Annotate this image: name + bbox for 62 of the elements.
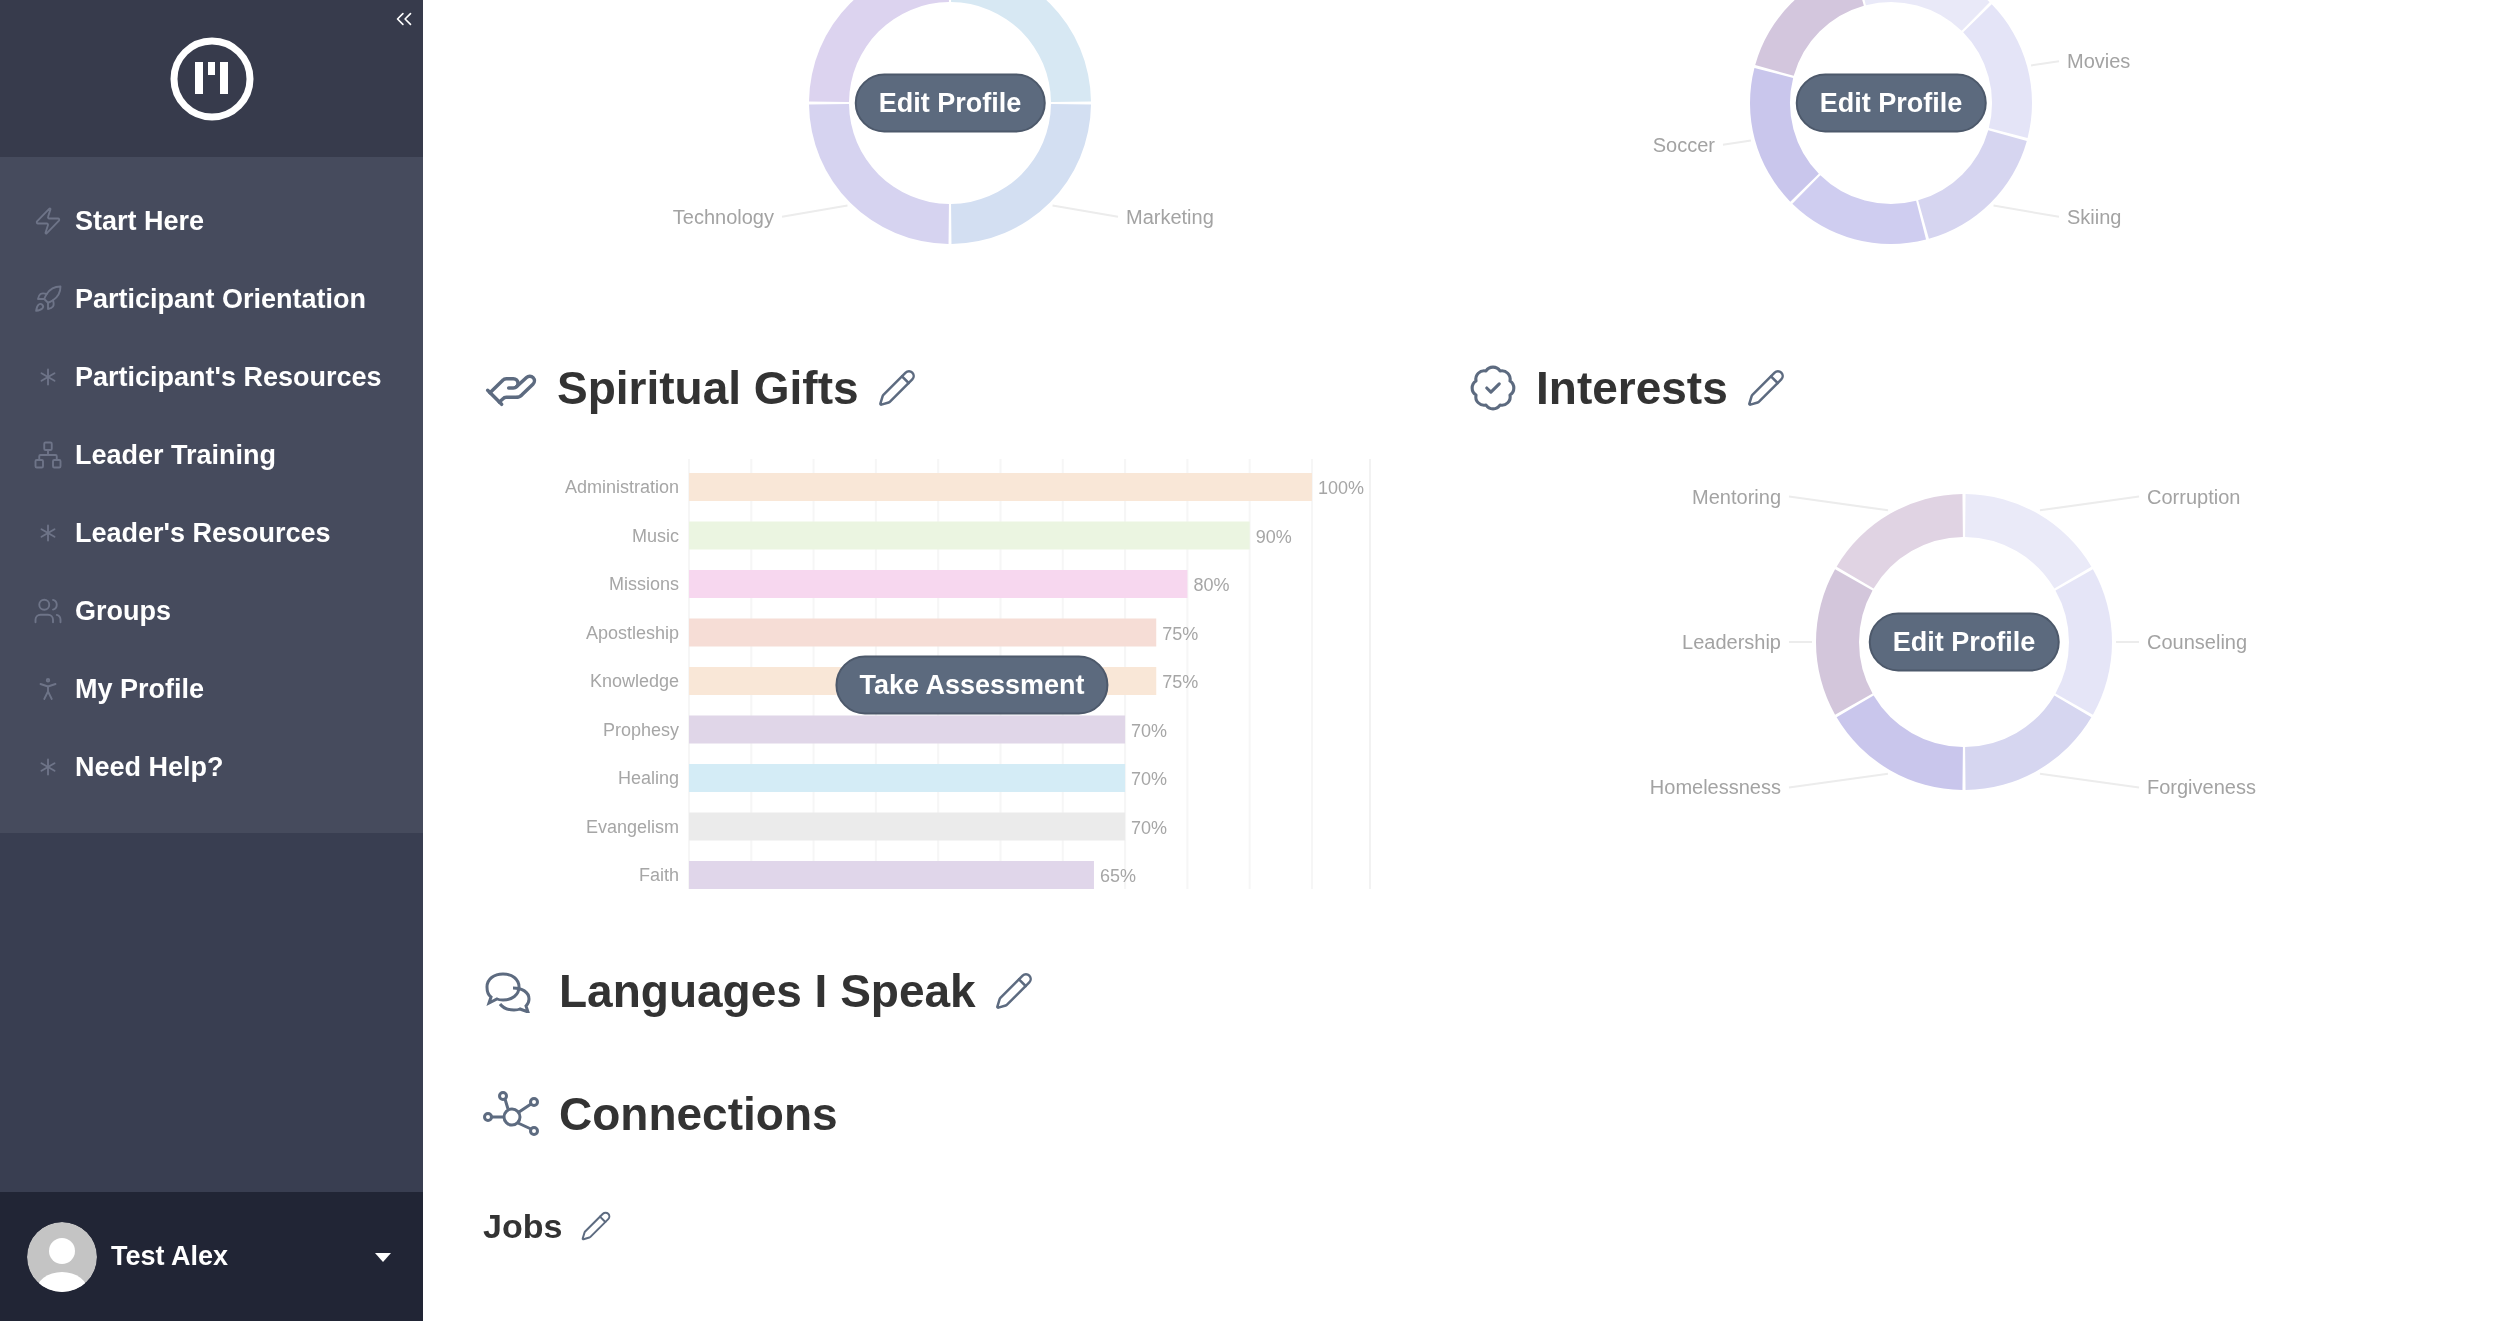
value-label: 75% bbox=[1162, 672, 1199, 692]
nav-item[interactable]: Participant's Resources bbox=[0, 338, 423, 416]
chart-label: Movies bbox=[2067, 50, 2131, 73]
chart-label: Mentoring bbox=[1692, 485, 1781, 508]
avatar-icon bbox=[27, 1221, 97, 1292]
nav-icon bbox=[33, 284, 63, 314]
section-title: Languages I Speak bbox=[559, 964, 976, 1018]
chart-label: Forgiveness bbox=[2147, 776, 2256, 799]
nav-item[interactable]: Participant Orientation bbox=[0, 260, 423, 338]
nav-item[interactable]: Need Help? bbox=[0, 728, 423, 806]
axis-label: Faith bbox=[638, 865, 679, 885]
nav-icon bbox=[33, 206, 63, 236]
chart-label: Homelessness bbox=[1649, 776, 1781, 799]
edit-profile-button[interactable]: Edit Profile bbox=[854, 73, 1046, 133]
chart-label: Marketing bbox=[1126, 205, 1214, 228]
nav-item[interactable]: Groups bbox=[0, 572, 423, 650]
chart-label: Skiing bbox=[2067, 205, 2122, 228]
nav-item[interactable]: My Profile bbox=[0, 650, 423, 728]
axis-label: Missions bbox=[609, 574, 679, 594]
edit-pencil-icon[interactable] bbox=[580, 1210, 613, 1242]
chart-label: Leadership bbox=[1682, 631, 1781, 653]
section-title: Spiritual Gifts bbox=[557, 361, 859, 415]
value-label: 80% bbox=[1193, 575, 1230, 595]
nav-icon bbox=[33, 596, 63, 626]
nav-item[interactable]: Start Here bbox=[0, 182, 423, 260]
chart-label: Technology bbox=[672, 205, 774, 228]
axis-label: Evangelism bbox=[585, 816, 679, 837]
value-label: 90% bbox=[1255, 526, 1292, 547]
axis-label: Administration bbox=[564, 477, 679, 497]
badge-check-icon bbox=[1468, 363, 1518, 413]
edit-pencil-icon[interactable] bbox=[993, 971, 1034, 1011]
leader-line bbox=[1051, 204, 1119, 218]
axis-label: Apostleship bbox=[585, 622, 679, 643]
subsection-title: Jobs bbox=[483, 1206, 563, 1246]
nav-item[interactable]: Leader Training bbox=[0, 416, 423, 494]
leader-line bbox=[1992, 204, 2060, 218]
chart-label: Soccer bbox=[1652, 133, 1715, 156]
value-label: 70% bbox=[1131, 720, 1168, 741]
axis-label: Prophesy bbox=[602, 719, 679, 740]
caret-icon[interactable] bbox=[373, 1250, 393, 1263]
axis-label: Healing bbox=[617, 768, 679, 788]
nav-icon bbox=[33, 440, 63, 470]
edit-pencil-icon[interactable] bbox=[1745, 368, 1786, 408]
axis-label: Music bbox=[632, 525, 679, 546]
nav-item[interactable]: Leader's Resources bbox=[0, 494, 423, 572]
edit-profile-button[interactable]: Edit Profile bbox=[1795, 73, 1987, 133]
edit-profile-button[interactable]: Edit Profile bbox=[1868, 612, 2060, 672]
chart-label: Counseling bbox=[2147, 631, 2248, 653]
network-icon bbox=[483, 1091, 541, 1137]
leader-line bbox=[781, 204, 849, 218]
chart-label: Corruption bbox=[2147, 485, 2241, 508]
axis-label: Knowledge bbox=[589, 671, 679, 691]
value-label: 75% bbox=[1162, 623, 1199, 644]
user-name: Test Alex bbox=[111, 1241, 230, 1272]
take-assessment-button[interactable]: Take Assessment bbox=[835, 655, 1109, 715]
value-label: 65% bbox=[1099, 866, 1136, 886]
edit-pencil-icon[interactable] bbox=[876, 368, 917, 408]
section-title: Interests bbox=[1536, 361, 1728, 415]
section-title: Connections bbox=[559, 1087, 838, 1141]
value-label: 70% bbox=[1131, 769, 1168, 789]
value-label: 70% bbox=[1131, 817, 1168, 838]
value-label: 100% bbox=[1318, 478, 1365, 498]
